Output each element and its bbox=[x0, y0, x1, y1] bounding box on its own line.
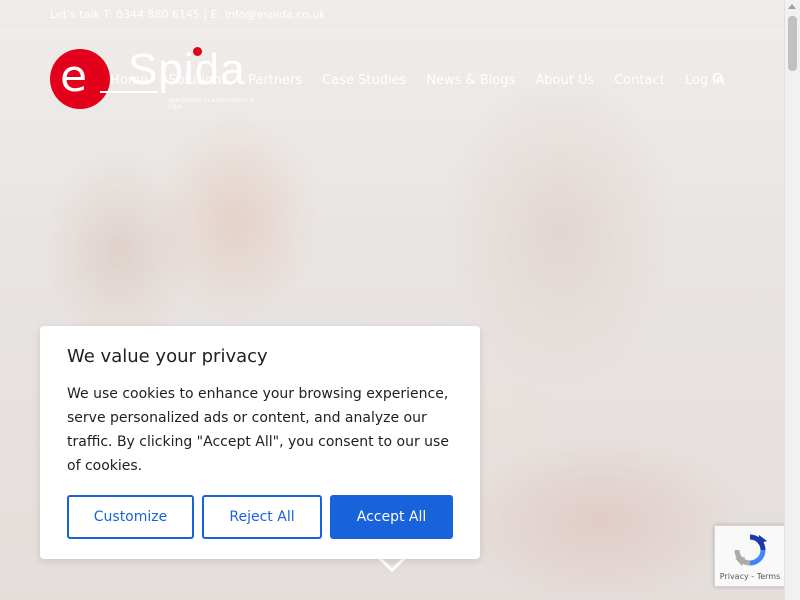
scrollbar-thumb[interactable] bbox=[788, 16, 797, 71]
scroll-up-arrow-icon[interactable] bbox=[788, 4, 796, 9]
nav-contact[interactable]: Contact bbox=[604, 71, 675, 91]
nav-news-blogs[interactable]: News & Blogs bbox=[416, 71, 525, 91]
cookie-consent-banner: We value your privacy We use cookies to … bbox=[40, 326, 480, 559]
accept-all-button[interactable]: Accept All bbox=[330, 495, 453, 539]
nav-about-us[interactable]: About Us bbox=[525, 71, 604, 91]
recaptcha-icon bbox=[734, 534, 767, 566]
site-header: e Spida specialists in automation & CRM … bbox=[0, 31, 785, 121]
recaptcha-terms[interactable]: Privacy - Terms bbox=[715, 572, 785, 581]
nav-partners[interactable]: Partners bbox=[238, 71, 312, 91]
search-icon[interactable] bbox=[712, 72, 726, 86]
page-scrollbar[interactable] bbox=[784, 0, 800, 600]
logo-e: e bbox=[60, 51, 88, 102]
main-nav: Home Solutions Partners Case Studies New… bbox=[100, 71, 734, 93]
customize-button[interactable]: Customize bbox=[67, 495, 194, 539]
nav-solutions[interactable]: Solutions bbox=[158, 71, 238, 91]
cookie-title: We value your privacy bbox=[67, 346, 268, 367]
reject-all-button[interactable]: Reject All bbox=[202, 495, 322, 539]
logo-tagline: specialists in automation & CRM bbox=[168, 97, 255, 111]
cookie-message: We use cookies to enhance your browsing … bbox=[67, 386, 449, 474]
nav-case-studies[interactable]: Case Studies bbox=[312, 71, 416, 91]
nav-home[interactable]: Home bbox=[100, 71, 159, 93]
recaptcha-badge[interactable]: Privacy - Terms bbox=[714, 525, 786, 587]
logo-dot bbox=[193, 47, 202, 56]
top-contact-bar: Let's talk T: 0344 880 6145 | E: info@es… bbox=[0, 0, 785, 31]
contact-info: Let's talk T: 0344 880 6145 | E: info@es… bbox=[50, 8, 326, 21]
